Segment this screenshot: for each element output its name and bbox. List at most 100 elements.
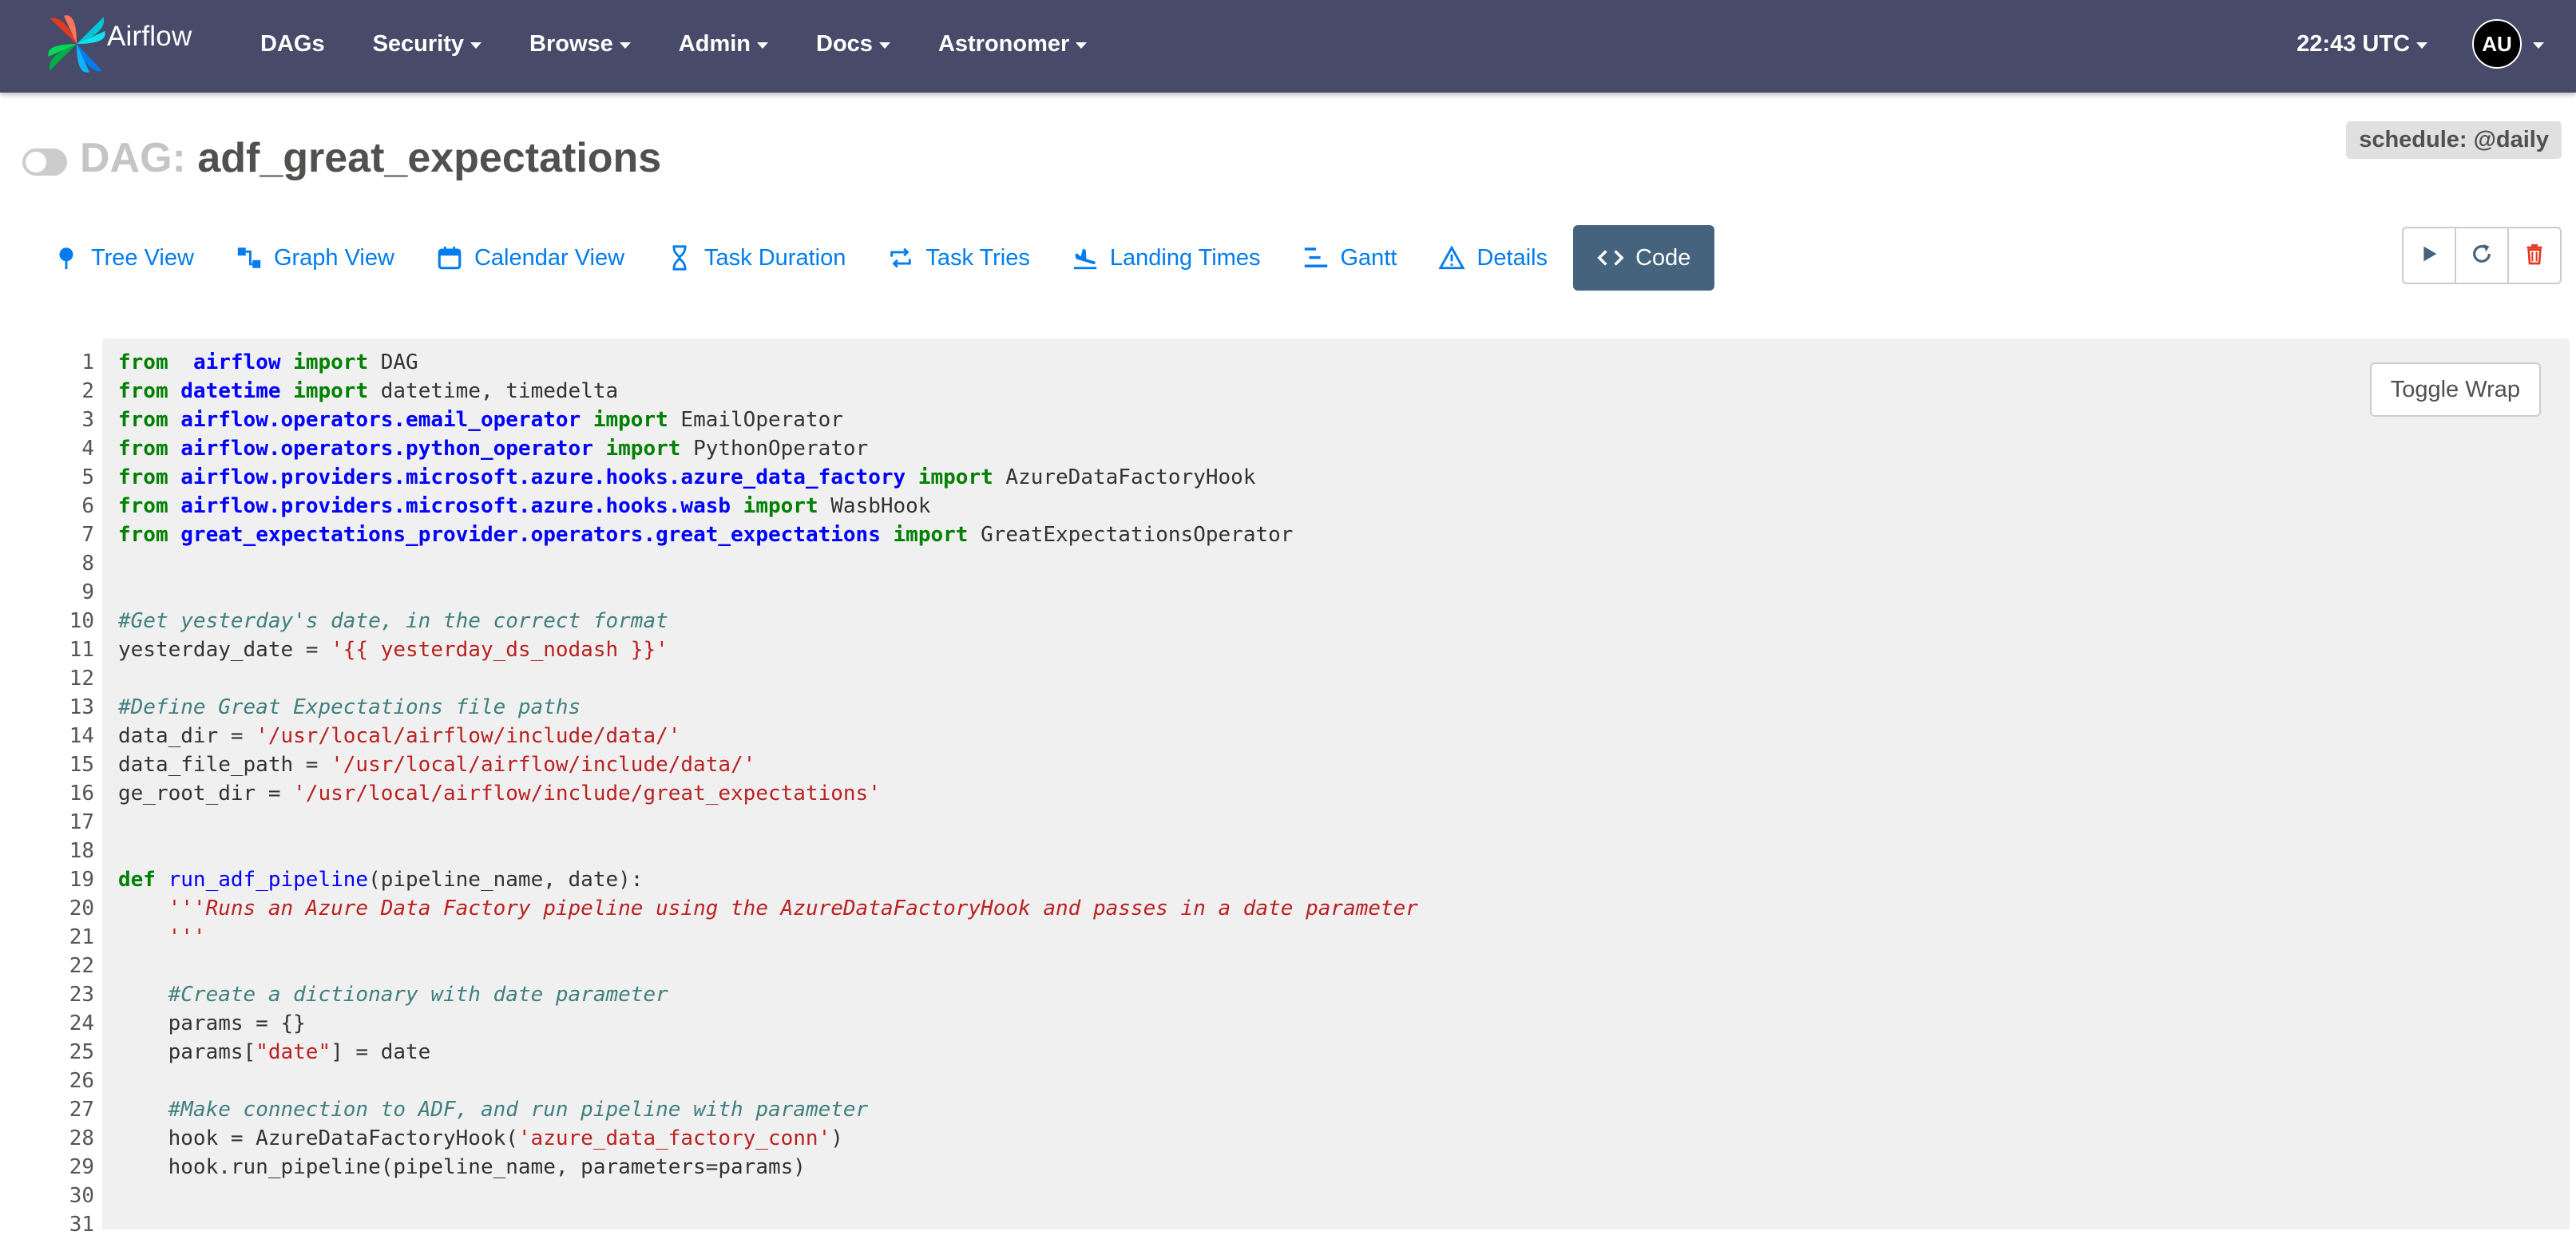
dag-source-code[interactable]: from airflow import DAG from datetime imp…: [118, 348, 1418, 1239]
code-line: '''Runs an Azure Data Factory pipeline u…: [118, 894, 1418, 923]
dag-pause-toggle[interactable]: [22, 148, 67, 176]
line-number: 3: [81, 408, 94, 432]
user-menu[interactable]: AU: [2472, 19, 2544, 69]
code-line: data_dir = '/usr/local/airflow/include/d…: [118, 722, 1418, 750]
line-number: 21: [69, 925, 94, 949]
line-number: 8: [81, 552, 94, 576]
dag-actions: [2402, 227, 2562, 284]
code-token: ] = date: [331, 1040, 431, 1064]
code-token: run_adf_pipeline: [168, 868, 369, 892]
chevron-down-icon: [470, 42, 482, 49]
code-line: from datetime import datetime, timedelta: [118, 377, 1418, 406]
nav-security[interactable]: Security: [349, 31, 505, 57]
chevron-down-icon: [878, 42, 890, 49]
tab-tree-view[interactable]: Tree View: [32, 225, 215, 291]
code-line: #Create a dictionary with date parameter: [118, 980, 1418, 1009]
code-token: datetime, timedelta: [368, 379, 619, 403]
trigger-dag-button[interactable]: [2402, 227, 2456, 284]
code-token: '/usr/local/airflow/include/data/': [331, 753, 756, 777]
code-token: yesterday_date =: [118, 638, 331, 662]
chevron-down-icon: [2416, 42, 2427, 49]
code-token: #Get yesterday's date, in the correct fo…: [118, 609, 668, 633]
code-token: hook.run_pipeline(pipeline_name, paramet…: [118, 1155, 806, 1179]
tab-gantt[interactable]: Gantt: [1282, 225, 1418, 291]
line-number: 17: [69, 810, 94, 834]
line-number: 15: [69, 753, 94, 777]
line-number: 9: [81, 580, 94, 604]
delete-dag-button[interactable]: [2507, 227, 2562, 284]
code-token: DAG: [368, 350, 418, 374]
code-token: airflow.providers.microsoft.azure.hooks.…: [180, 494, 731, 518]
code-token: from: [118, 494, 168, 518]
tab-label: Tree View: [91, 244, 194, 271]
code-token: '/usr/local/airflow/include/great_expect…: [293, 782, 881, 806]
code-token: import: [293, 350, 369, 374]
code-line: params["date"] = date: [118, 1038, 1418, 1067]
warning-triangle-icon: [1438, 244, 1466, 271]
code-token: great_expectations_provider.operators.gr…: [180, 523, 881, 547]
tab-label: Task Duration: [704, 244, 846, 271]
line-number: 13: [69, 695, 94, 719]
code-line: #Define Great Expectations file paths: [118, 693, 1418, 722]
code-token: ge_root_dir =: [118, 782, 294, 806]
line-number: 22: [69, 954, 94, 978]
toggle-wrap-button[interactable]: Toggle Wrap: [2369, 362, 2541, 417]
code-token: data_dir =: [118, 724, 256, 748]
code-token: params[: [118, 1040, 256, 1064]
code-line: from airflow import DAG: [118, 348, 1418, 377]
code-token: WasbHook: [818, 494, 931, 518]
tab-calendar-view[interactable]: Calendar View: [415, 225, 645, 291]
tab-graph-view[interactable]: Graph View: [215, 225, 415, 291]
airflow-pinwheel-logo: [45, 12, 109, 80]
line-number: 19: [69, 868, 94, 892]
nav-docs[interactable]: Docs: [792, 31, 914, 57]
brand-home-link[interactable]: Airflow: [45, 10, 192, 81]
code-token: (pipeline_name, date):: [368, 868, 644, 892]
tab-label: Landing Times: [1109, 244, 1261, 271]
nav-label: Browse: [529, 30, 613, 57]
avatar: AU: [2472, 19, 2522, 69]
code-token: import: [743, 494, 818, 518]
code-token: import: [605, 437, 681, 461]
line-number: 14: [69, 724, 94, 748]
code-line: def run_adf_pipeline(pipeline_name, date…: [118, 865, 1418, 894]
line-number: 20: [69, 897, 94, 920]
line-number: 12: [69, 667, 94, 691]
refresh-dag-button[interactable]: [2455, 227, 2509, 284]
brand-name: Airflow: [107, 21, 192, 52]
code-token: airflow.providers.microsoft.azure.hooks.…: [180, 465, 906, 489]
code-line: from airflow.operators.email_operator im…: [118, 406, 1418, 434]
tab-task-tries[interactable]: Task Tries: [866, 225, 1051, 291]
nav-dags[interactable]: DAGs: [236, 31, 349, 57]
code-token: '''Runs an Azure Data Factory pipeline u…: [168, 897, 1418, 920]
code-token: params = {}: [118, 1011, 306, 1035]
nav-admin[interactable]: Admin: [655, 31, 792, 57]
nav-label: Security: [372, 30, 465, 57]
tab-label: Task Tries: [925, 244, 1030, 271]
trash-icon: [2522, 241, 2547, 271]
tab-label: Calendar View: [474, 244, 625, 271]
tab-task-duration[interactable]: Task Duration: [645, 225, 866, 291]
code-line: params = {}: [118, 1009, 1418, 1038]
tab-landing-times[interactable]: Landing Times: [1051, 225, 1282, 291]
tab-label: Code: [1635, 244, 1691, 271]
dag-prefix: DAG:: [80, 135, 186, 181]
line-number: 11: [69, 638, 94, 662]
tab-details[interactable]: Details: [1417, 225, 1568, 291]
tab-code[interactable]: Code: [1573, 225, 1715, 291]
utc-clock-dropdown[interactable]: 22:43 UTC: [2297, 31, 2427, 57]
nav-astronomer[interactable]: Astronomer: [914, 31, 1111, 57]
nav-label: DAGs: [260, 30, 325, 57]
code-line: hook = AzureDataFactoryHook('azure_data_…: [118, 1124, 1418, 1153]
nav-browse[interactable]: Browse: [505, 31, 655, 57]
